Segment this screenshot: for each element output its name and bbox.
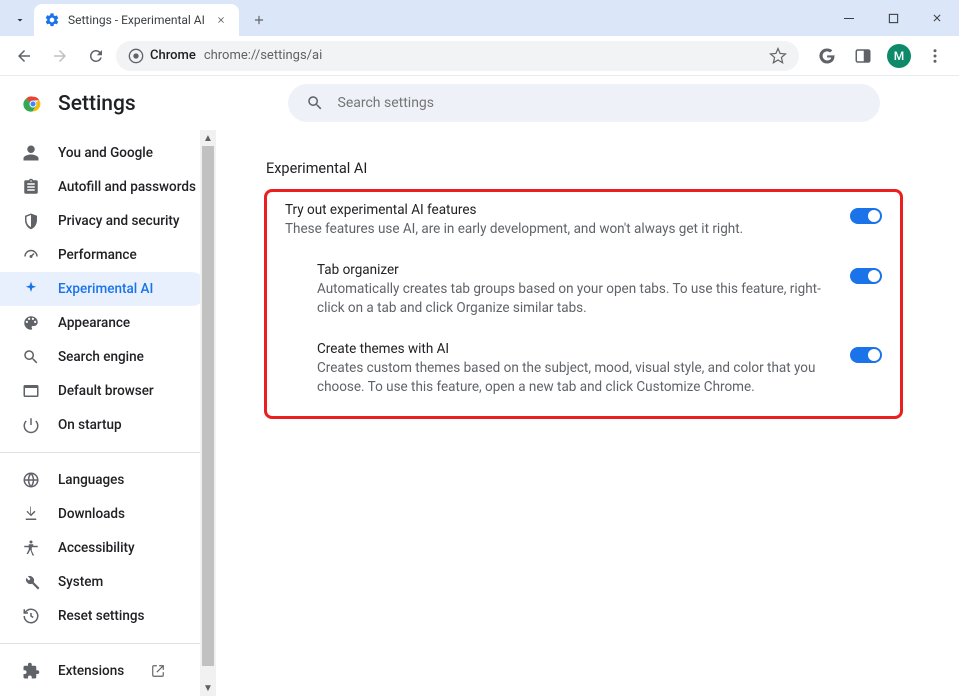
toggle-experimental-ai[interactable] — [850, 208, 882, 224]
settings-heading: Settings — [58, 92, 136, 116]
tab-title: Settings - Experimental AI — [68, 13, 205, 27]
side-panel-icon[interactable] — [847, 40, 879, 72]
sidebar-item-label: You and Google — [58, 145, 153, 161]
sidebar-item-about[interactable]: About Chrome — [0, 688, 208, 696]
new-tab-button[interactable] — [245, 6, 273, 34]
setting-description: These features use AI, are in early deve… — [285, 220, 834, 240]
settings-search[interactable] — [288, 84, 880, 122]
settings-main: Experimental AI Try out experimental AI … — [216, 76, 959, 696]
forward-button[interactable] — [44, 40, 76, 72]
scroll-down-icon[interactable]: ▼ — [200, 680, 216, 696]
close-window-button[interactable] — [915, 0, 959, 36]
reload-button[interactable] — [80, 40, 112, 72]
scroll-up-icon[interactable]: ▲ — [200, 130, 216, 146]
sidebar-scrollbar[interactable]: ▲ ▼ — [200, 130, 216, 696]
person-icon — [22, 144, 40, 162]
sidebar-item-label: On startup — [58, 417, 122, 433]
search-icon — [306, 94, 324, 112]
url-text: chrome://settings/ai — [204, 48, 322, 63]
sidebar-item-performance[interactable]: Performance — [0, 238, 208, 272]
sidebar-item-label: Downloads — [58, 506, 125, 522]
search-input[interactable] — [338, 95, 862, 111]
sidebar-item-reset[interactable]: Reset settings — [0, 599, 208, 633]
sidebar-item-label: Extensions — [58, 663, 124, 679]
sidebar-item-label: Experimental AI — [58, 281, 153, 297]
experimental-ai-card: Try out experimental AI features These f… — [264, 189, 903, 419]
power-icon — [22, 416, 40, 434]
sidebar-item-experimental-ai[interactable]: Experimental AI — [0, 272, 208, 306]
sidebar-item-label: Accessibility — [58, 540, 135, 556]
accessibility-icon — [22, 539, 40, 557]
sparkle-icon — [22, 280, 40, 298]
window-controls — [827, 0, 959, 36]
sidebar-item-label: Languages — [58, 472, 124, 488]
toggle-create-themes[interactable] — [850, 347, 882, 363]
menu-button[interactable] — [919, 40, 951, 72]
sidebar-divider — [0, 643, 208, 644]
sidebar-item-label: System — [58, 574, 103, 590]
sidebar-item-label: Appearance — [58, 315, 130, 331]
sidebar-item-autofill[interactable]: Autofill and passwords — [0, 170, 208, 204]
sidebar-item-search-engine[interactable]: Search engine — [0, 340, 208, 374]
sidebar-item-label: Reset settings — [58, 608, 144, 624]
back-button[interactable] — [8, 40, 40, 72]
sidebar-divider — [0, 452, 208, 453]
speedometer-icon — [22, 246, 40, 264]
setting-title: Try out experimental AI features — [285, 202, 834, 218]
open-in-new-icon — [150, 663, 166, 679]
globe-icon — [22, 471, 40, 489]
settings-sidebar: Settings You and Google Autofill and pas… — [0, 76, 216, 696]
address-bar[interactable]: Chrome chrome://settings/ai — [116, 41, 799, 71]
sidebar-item-appearance[interactable]: Appearance — [0, 306, 208, 340]
scrollbar-thumb[interactable] — [202, 146, 214, 666]
bookmark-star-icon[interactable] — [769, 47, 787, 65]
sidebar-item-default-browser[interactable]: Default browser — [0, 374, 208, 408]
restore-icon — [22, 607, 40, 625]
search-icon — [22, 348, 40, 366]
download-icon — [22, 505, 40, 523]
close-icon[interactable] — [213, 12, 229, 28]
extension-icon — [22, 662, 40, 680]
gear-icon — [44, 12, 60, 28]
browser-titlebar: Settings - Experimental AI — [0, 0, 959, 36]
site-info-chip[interactable]: Chrome — [128, 48, 196, 64]
shield-icon — [22, 212, 40, 230]
google-icon[interactable] — [811, 40, 843, 72]
sidebar-item-label: Performance — [58, 247, 137, 263]
setting-description: Automatically creates tab groups based o… — [317, 280, 834, 319]
wrench-icon — [22, 573, 40, 591]
profile-avatar[interactable]: M — [883, 40, 915, 72]
sidebar-item-accessibility[interactable]: Accessibility — [0, 531, 208, 565]
maximize-button[interactable] — [871, 0, 915, 36]
palette-icon — [22, 314, 40, 332]
sidebar-item-languages[interactable]: Languages — [0, 463, 208, 497]
sidebar-item-system[interactable]: System — [0, 565, 208, 599]
browser-toolbar: Chrome chrome://settings/ai M — [0, 36, 959, 76]
setting-title: Create themes with AI — [317, 341, 834, 357]
sidebar-item-label: Default browser — [58, 383, 154, 399]
sidebar-item-extensions[interactable]: Extensions — [0, 654, 208, 688]
setting-description: Creates custom themes based on the subje… — [317, 359, 834, 398]
clipboard-icon — [22, 178, 40, 196]
page-heading: Experimental AI — [266, 160, 903, 177]
sidebar-item-you-and-google[interactable]: You and Google — [0, 136, 208, 170]
sidebar-item-label: Privacy and security — [58, 213, 180, 229]
sidebar-item-label: Autofill and passwords — [58, 179, 196, 195]
browser-tab[interactable]: Settings - Experimental AI — [34, 4, 239, 36]
browser-icon — [22, 382, 40, 400]
tab-search-button[interactable] — [8, 8, 32, 32]
sidebar-item-downloads[interactable]: Downloads — [0, 497, 208, 531]
chrome-logo-icon — [22, 93, 44, 115]
minimize-button[interactable] — [827, 0, 871, 36]
setting-title: Tab organizer — [317, 262, 834, 278]
toggle-tab-organizer[interactable] — [850, 268, 882, 284]
sidebar-item-label: Search engine — [58, 349, 144, 365]
sidebar-item-privacy[interactable]: Privacy and security — [0, 204, 208, 238]
sidebar-item-on-startup[interactable]: On startup — [0, 408, 208, 442]
site-chip-label: Chrome — [150, 48, 196, 63]
